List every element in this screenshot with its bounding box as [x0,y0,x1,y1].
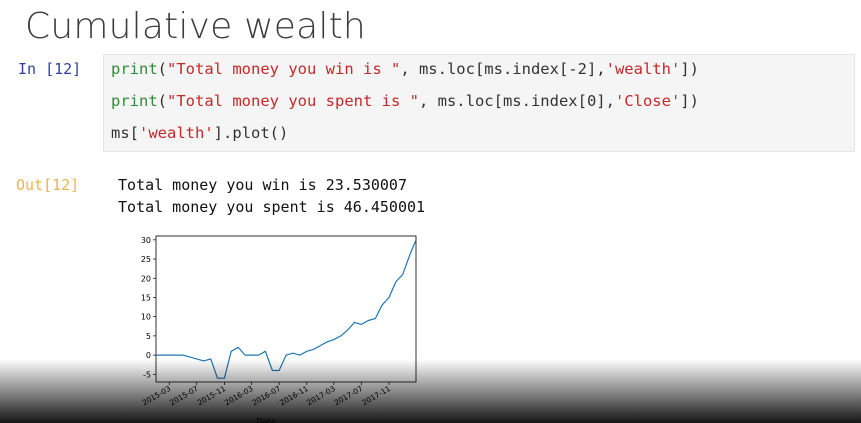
y-tick-label: 10 [141,313,151,322]
code-text: ("Total money you win is ", ms.loc[ms.in… [157,60,699,78]
x-tick-label: 2016-03 [223,384,255,408]
input-prompt: In [12] [18,60,82,78]
code-line-1: print("Total money you win is ", ms.loc[… [111,60,699,78]
y-tick-label: 15 [141,293,151,302]
x-tick-label: 2015-03 [141,384,173,408]
code-cell[interactable]: print("Total money you win is ", ms.loc[… [103,54,855,152]
output-prompt: Out[12] [16,176,80,194]
wealth-line-chart: -50510152025302015-032015-072015-112016-… [141,235,417,423]
x-tick-label: 2016-07 [250,384,282,408]
code-text: ms['wealth'].plot() [111,124,289,142]
code-line-2: print("Total money you spent is ", ms.lo… [111,92,699,110]
x-tick-label: 2017-07 [333,384,365,408]
y-tick-label: 20 [141,274,151,283]
code-keyword: print [111,60,158,78]
y-tick-label: 5 [146,332,151,341]
y-tick-label: 0 [146,351,151,360]
x-tick-label: 2017-03 [305,384,337,408]
code-line-3: ms['wealth'].plot() [111,124,288,142]
x-tick-label: 2015-11 [196,384,228,408]
y-tick-label: 30 [141,236,151,245]
x-tick-label: 2016-11 [278,384,310,408]
x-axis-label: Date [256,417,275,423]
plot-frame [155,235,417,383]
x-tick-label: 2015-07 [168,384,200,408]
code-text: ("Total money you spent is ", ms.loc[ms.… [157,92,699,110]
y-tick-label: 25 [141,255,151,264]
output-line-2: Total money you spent is 46.450001 [118,198,426,216]
output-line-1: Total money you win is 23.530007 [118,176,407,194]
x-tick-label: 2017-11 [360,384,392,408]
slide-title: Cumulative wealth [25,6,366,47]
y-tick-label: -5 [143,370,151,379]
code-keyword: print [111,92,158,110]
